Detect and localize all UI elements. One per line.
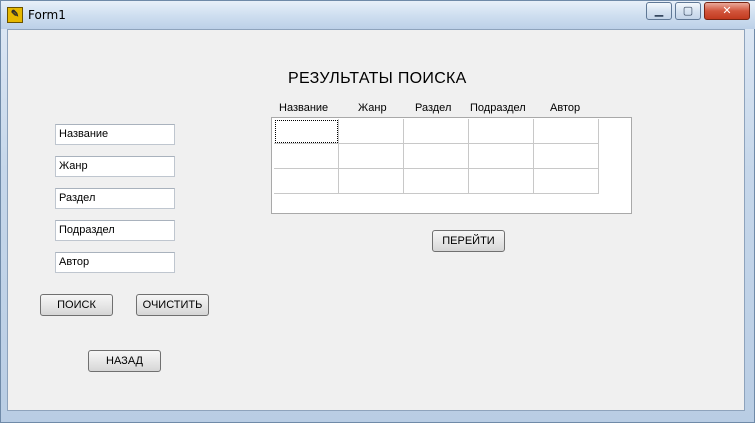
page-title: РЕЗУЛЬТАТЫ ПОИСКА — [288, 70, 467, 87]
window-title: Form1 — [28, 8, 66, 22]
search-button[interactable]: ПОИСК — [40, 294, 113, 316]
column-header-genre: Жанр — [358, 102, 387, 114]
author-field[interactable]: Автор — [55, 252, 175, 273]
column-header-author: Автор — [550, 102, 581, 114]
maximize-button[interactable]: ▢ — [675, 2, 701, 20]
genre-field[interactable]: Жанр — [55, 156, 175, 177]
table-cell[interactable] — [469, 169, 534, 194]
results-table[interactable] — [271, 117, 632, 214]
title-bar[interactable]: ✎ Form1 ▁ ▢ ✕ — [1, 1, 755, 29]
table-cell[interactable] — [339, 144, 404, 169]
table-cell[interactable] — [404, 144, 469, 169]
section-field[interactable]: Раздел — [55, 188, 175, 209]
subsection-field[interactable]: Подраздел — [55, 220, 175, 241]
app-icon: ✎ — [7, 7, 23, 23]
column-header-section: Раздел — [415, 102, 452, 114]
table-cell[interactable] — [274, 119, 339, 144]
table-cell[interactable] — [404, 119, 469, 144]
close-button[interactable]: ✕ — [704, 2, 750, 20]
table-cell[interactable] — [534, 119, 599, 144]
go-button[interactable]: ПЕРЕЙТИ — [432, 230, 505, 252]
table-cell[interactable] — [534, 169, 599, 194]
table-cell[interactable] — [274, 144, 339, 169]
table-cell[interactable] — [534, 144, 599, 169]
clear-button[interactable]: ОЧИСТИТЬ — [136, 294, 209, 316]
table-cell[interactable] — [274, 169, 339, 194]
table-cell[interactable] — [469, 144, 534, 169]
table-cell[interactable] — [469, 119, 534, 144]
back-button[interactable]: НАЗАД — [88, 350, 161, 372]
minimize-button[interactable]: ▁ — [646, 2, 672, 20]
title-field[interactable]: Название — [55, 124, 175, 145]
table-cell[interactable] — [339, 119, 404, 144]
table-cell[interactable] — [339, 169, 404, 194]
column-header-title: Название — [279, 102, 329, 114]
column-header-subsection: Подраздел — [470, 102, 526, 114]
table-cell[interactable] — [404, 169, 469, 194]
